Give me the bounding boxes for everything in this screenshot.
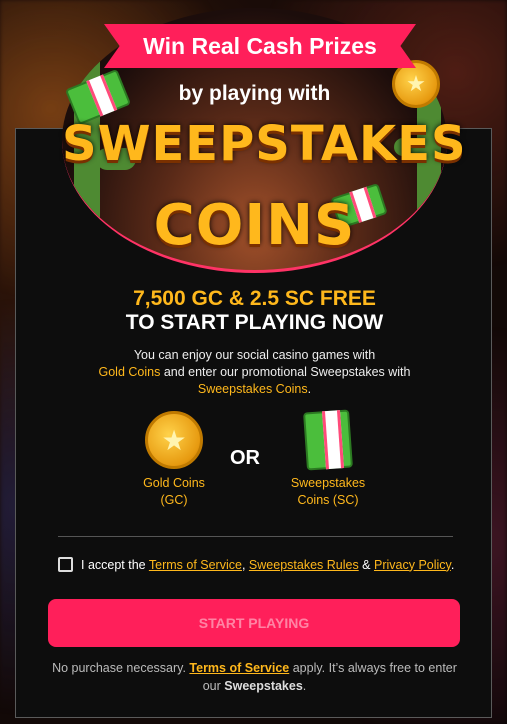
footer-terms-link[interactable]: Terms of Service <box>189 661 289 675</box>
description: You can enjoy our social casino games wi… <box>76 347 433 398</box>
sweepstakes-coin-label: Sweepstakes <box>290 476 366 490</box>
hero-title-line1: SWEEPSTAKES <box>62 116 467 172</box>
cash-stack-icon <box>303 409 353 471</box>
hero-banner: ★ Win Real Cash Prizes by playing with S… <box>62 8 467 273</box>
consent-separator: & <box>358 557 374 572</box>
footer-sweepstakes: Sweepstakes <box>224 679 303 693</box>
privacy-policy-link[interactable]: Privacy Policy <box>374 558 451 572</box>
description-text-1: You can enjoy our social casino games wi… <box>133 348 376 362</box>
consent-text: I accept the <box>81 557 149 572</box>
terms-of-service-link[interactable]: Terms of Service <box>149 558 242 572</box>
offer-headline: 7,500 GC & 2.5 SC FREE <box>133 287 376 310</box>
gold-coin-option: ★ Gold Coins (GC) <box>114 411 234 509</box>
description-text-3: . <box>307 382 312 396</box>
consent-period: . <box>450 557 455 572</box>
hero-ribbon: Win Real Cash Prizes <box>104 24 416 68</box>
or-separator: OR <box>230 447 260 469</box>
start-playing-button[interactable]: START PLAYING <box>48 599 460 647</box>
footer-text-1: No purchase necessary. <box>52 661 190 675</box>
coin-options: ★ Gold Coins (GC) OR Sweepstakes Coins (SC… <box>16 409 493 511</box>
divider <box>58 536 453 537</box>
sweepstakes-rules-link[interactable]: Sweepstakes Rules <box>249 558 359 572</box>
description-text-2: and enter our promotional Sweepstakes wi… <box>160 365 411 379</box>
consent-separator: , <box>241 557 249 572</box>
offer-subheadline: TO START PLAYING NOW <box>125 311 384 334</box>
gold-coin-abbr: (GC) <box>160 493 188 507</box>
sweepstakes-coin-option: Sweepstakes Coins (SC) <box>268 409 388 509</box>
footer-disclaimer: No purchase necessary. Terms of Service … <box>46 659 463 695</box>
sweepstakes-coin-abbr: Coins (SC) <box>297 493 359 507</box>
footer-text-3: . <box>302 679 307 693</box>
gold-coin-label: Gold Coins <box>143 476 205 490</box>
description-gold-coins: Gold Coins <box>98 365 161 379</box>
description-sweepstakes-coins: Sweepstakes Coins <box>197 382 308 396</box>
hero-subtitle: by playing with <box>178 82 331 105</box>
terms-consent: I accept the Terms of Service, Sweepstak… <box>58 557 478 572</box>
gold-coin-icon: ★ <box>145 411 203 469</box>
hero-title-line2: COINS <box>153 193 356 258</box>
accept-terms-checkbox[interactable] <box>58 557 73 572</box>
